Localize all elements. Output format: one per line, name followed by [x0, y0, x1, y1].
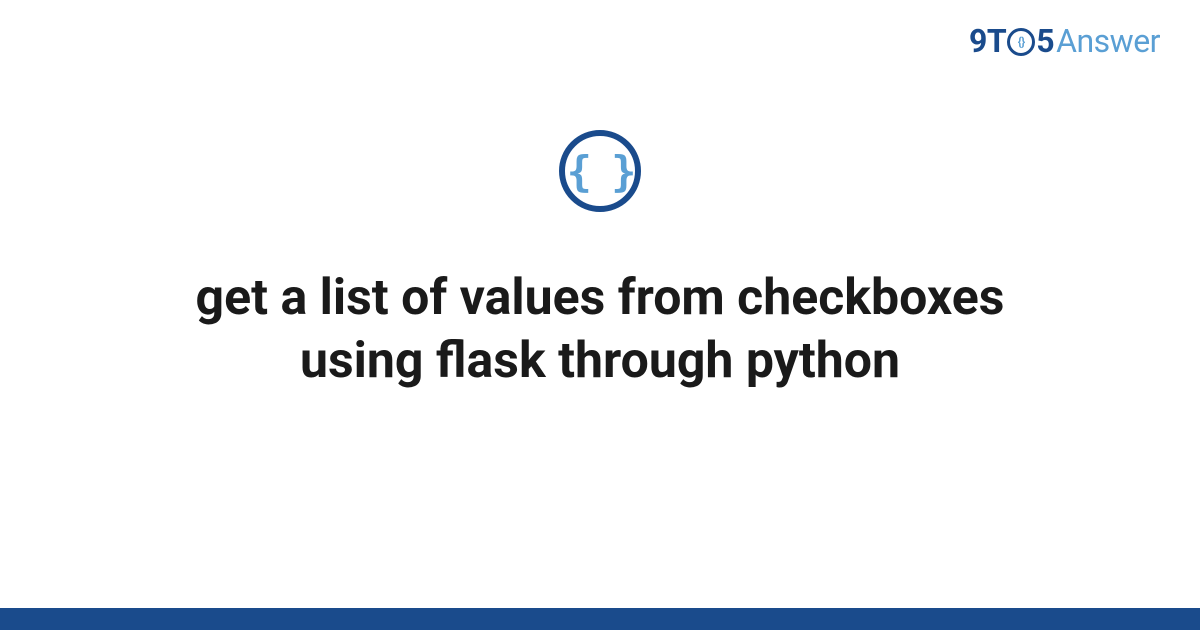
- footer-bar: [0, 608, 1200, 630]
- logo-circle-icon: {}: [1007, 28, 1035, 56]
- page-title: get a list of values from checkboxes usi…: [125, 267, 1075, 392]
- logo-suffix: 5: [1036, 22, 1054, 60]
- logo-prefix: 9T: [969, 22, 1006, 60]
- logo-circle-glyph: {}: [1018, 35, 1025, 49]
- logo-word: Answer: [1056, 22, 1160, 60]
- category-icon: { }: [559, 130, 641, 212]
- code-braces-icon: { }: [567, 147, 634, 196]
- main-content: { } get a list of values from checkboxes…: [0, 130, 1200, 392]
- site-logo: 9T {} 5 Answer: [969, 22, 1160, 60]
